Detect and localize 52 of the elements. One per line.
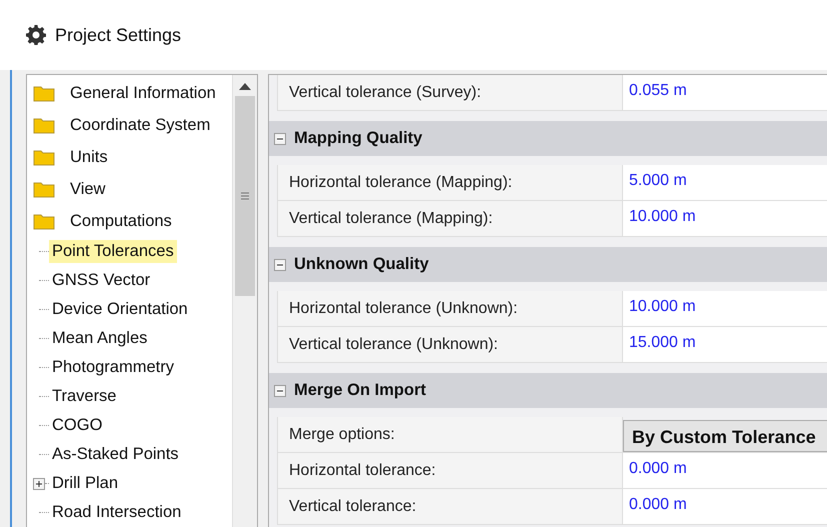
- grip-icon: [241, 192, 249, 200]
- scrollbar-thumb[interactable]: [235, 96, 255, 296]
- window-title: Project Settings: [55, 24, 182, 46]
- property-value[interactable]: 0.000 m: [623, 489, 827, 524]
- property-label: Horizontal tolerance (Unknown):: [278, 291, 623, 326]
- tree-item[interactable]: Drill Plan: [49, 472, 122, 495]
- tree-item[interactable]: Device Orientation: [49, 298, 191, 321]
- property-value[interactable]: 15.000 m: [623, 327, 827, 362]
- folder-icon: [33, 148, 55, 166]
- property-label: Vertical tolerance (Survey):: [278, 75, 623, 110]
- dropdown[interactable]: By Custom Tolerance: [623, 420, 827, 452]
- tree-item[interactable]: Mean Angles: [49, 327, 150, 350]
- tree-item[interactable]: Road Intersection: [49, 501, 184, 524]
- scrollbar[interactable]: [232, 75, 257, 527]
- section-header[interactable]: Merge On Import: [269, 373, 827, 408]
- collapse-icon[interactable]: [274, 258, 286, 270]
- tree-item[interactable]: Coordinate System: [67, 114, 214, 136]
- folder-icon: [33, 212, 55, 230]
- property-label: Vertical tolerance:: [278, 489, 623, 524]
- property-value[interactable]: 0.000 m: [623, 453, 827, 488]
- scroll-up-icon[interactable]: [239, 82, 251, 90]
- property-value[interactable]: 5.000 m: [623, 165, 827, 200]
- property-label: Horizontal tolerance:: [278, 453, 623, 488]
- tree-item[interactable]: General Information: [67, 82, 219, 104]
- property-value[interactable]: 10.000 m: [623, 201, 827, 236]
- property-label: Horizontal tolerance (Mapping):: [278, 165, 623, 200]
- tree-item[interactable]: Point Tolerances: [49, 240, 177, 263]
- property-label: Vertical tolerance (Mapping):: [278, 201, 623, 236]
- section-title: Unknown Quality: [294, 255, 429, 274]
- expand-icon[interactable]: [33, 478, 45, 490]
- section-header[interactable]: Mapping Quality: [269, 121, 827, 156]
- property-value[interactable]: 10.000 m: [623, 291, 827, 326]
- folder-icon: [33, 116, 55, 134]
- tree-item[interactable]: View: [67, 178, 108, 200]
- property-label: Vertical tolerance (Unknown):: [278, 327, 623, 362]
- tree-item[interactable]: Computations: [67, 210, 175, 232]
- tree-item[interactable]: GNSS Vector: [49, 269, 154, 292]
- collapse-icon[interactable]: [274, 384, 286, 396]
- tree-item[interactable]: As-Staked Points: [49, 443, 182, 466]
- property-label: Merge options:: [278, 417, 623, 452]
- collapse-icon[interactable]: [274, 132, 286, 144]
- tree-item[interactable]: COGO: [49, 414, 106, 437]
- tree-item[interactable]: Photogrammetry: [49, 356, 177, 379]
- section-title: Merge On Import: [294, 381, 426, 400]
- section-title: Mapping Quality: [294, 129, 422, 148]
- folder-icon: [33, 84, 55, 102]
- folder-icon: [33, 180, 55, 198]
- property-value[interactable]: 0.055 m: [623, 75, 827, 110]
- section-header[interactable]: Unknown Quality: [269, 247, 827, 282]
- tree-item[interactable]: Units: [67, 146, 111, 168]
- tree-item[interactable]: Traverse: [49, 385, 120, 408]
- settings-icon: [26, 25, 46, 45]
